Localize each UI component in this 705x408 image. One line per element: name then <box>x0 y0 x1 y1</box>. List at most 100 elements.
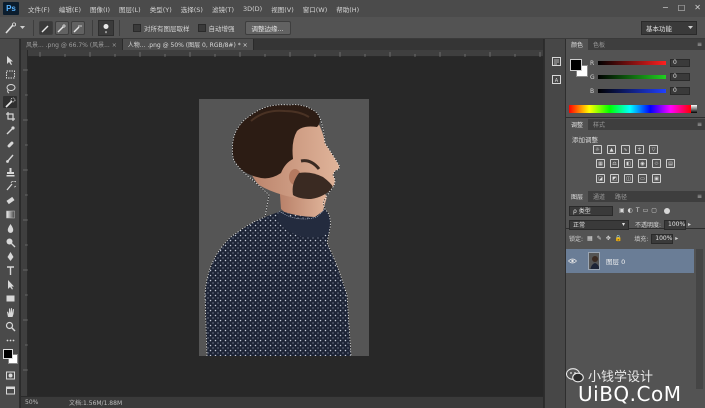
invert-icon[interactable]: ◪ <box>596 174 605 183</box>
tab-portrait-document[interactable]: 人物... .png @ 50% (图层 0, RGB/8#) * × <box>122 39 254 50</box>
tab-adjustments[interactable]: 调整 <box>566 119 589 130</box>
posterize-icon[interactable]: ◩ <box>610 174 619 183</box>
tab-swatches[interactable]: 色板 <box>588 39 610 50</box>
green-channel-value[interactable]: 0 <box>670 73 690 81</box>
hand-tool[interactable] <box>3 306 17 318</box>
marquee-tool[interactable] <box>3 68 17 80</box>
levels-icon[interactable]: ▲ <box>607 145 616 154</box>
chevron-right-icon[interactable]: ▸ <box>688 221 691 228</box>
layer-name[interactable]: 图层 0 <box>606 256 625 266</box>
quick-selection-tool[interactable] <box>3 96 17 108</box>
tool-preset-picker[interactable] <box>4 20 28 36</box>
auto-enhance-checkbox[interactable] <box>197 23 206 32</box>
subtract-from-selection-button[interactable] <box>71 20 85 35</box>
hue-saturation-icon[interactable]: ▦ <box>596 159 605 168</box>
black-white-icon[interactable]: ◧ <box>624 159 633 168</box>
blue-channel-slider[interactable] <box>598 89 666 93</box>
lasso-tool[interactable] <box>3 82 17 94</box>
clone-stamp-tool[interactable] <box>3 166 17 178</box>
history-brush-tool[interactable] <box>3 180 17 192</box>
threshold-icon[interactable]: ◫ <box>624 174 633 183</box>
blend-mode-select[interactable]: 正常 ▾ <box>569 219 629 230</box>
tab-styles[interactable]: 样式 <box>588 119 610 130</box>
filter-toggle-icon[interactable] <box>663 207 670 214</box>
brush-size-picker[interactable]: ▾ <box>98 19 114 36</box>
opacity-input[interactable]: 100% <box>664 219 687 230</box>
blur-tool[interactable] <box>3 222 17 234</box>
menu-edit[interactable]: 编辑(E) <box>59 4 81 14</box>
brush-tool[interactable] <box>3 152 17 164</box>
dodge-tool[interactable] <box>3 236 17 248</box>
document-canvas[interactable] <box>199 99 369 356</box>
foreground-color[interactable] <box>570 59 582 71</box>
red-channel-value[interactable]: 0 <box>670 59 690 67</box>
sample-all-layers-option[interactable]: 对所有图层取样 <box>133 23 190 33</box>
black-white-ramp[interactable] <box>691 105 697 113</box>
panel-menu-icon[interactable]: ≡ <box>697 193 702 200</box>
type-tool[interactable] <box>3 264 17 276</box>
refine-edge-button[interactable]: 调整边缘... <box>244 20 291 35</box>
photo-filter-icon[interactable]: ◉ <box>638 159 647 168</box>
exposure-icon[interactable]: ± <box>635 145 644 154</box>
panel-menu-icon[interactable]: ≡ <box>697 121 702 128</box>
panel-menu-icon[interactable]: ≡ <box>697 41 702 48</box>
menu-filter[interactable]: 滤镜(T) <box>212 4 234 14</box>
tab-layers[interactable]: 图层 <box>566 191 589 202</box>
properties-panel-button[interactable]: A <box>549 73 563 85</box>
menu-help[interactable]: 帮助(H) <box>336 4 359 14</box>
color-panel-swatches[interactable] <box>570 59 588 77</box>
tab-paths[interactable]: 路径 <box>610 191 632 202</box>
eraser-tool[interactable] <box>3 194 17 206</box>
vertical-ruler[interactable] <box>21 50 28 396</box>
horizontal-ruler[interactable] <box>28 50 543 57</box>
gradient-tool[interactable] <box>3 208 17 220</box>
tab-channels[interactable]: 通道 <box>588 191 610 202</box>
layers-scrollbar[interactable] <box>696 249 703 389</box>
channel-mixer-icon[interactable]: ♲ <box>652 159 661 168</box>
sample-all-layers-checkbox[interactable] <box>133 23 141 32</box>
screen-mode-button[interactable] <box>3 384 17 396</box>
color-spectrum-ramp[interactable] <box>569 105 691 113</box>
layer-row[interactable]: 图层 0 <box>566 249 694 273</box>
path-selection-tool[interactable] <box>3 278 17 290</box>
add-to-selection-button[interactable] <box>55 20 69 35</box>
curves-icon[interactable]: ∿ <box>621 145 630 154</box>
menu-file[interactable]: 文件(F) <box>28 4 50 14</box>
history-panel-button[interactable] <box>549 55 563 67</box>
brightness-icon[interactable]: ☼ <box>593 145 602 154</box>
rectangle-tool[interactable] <box>3 292 17 304</box>
quick-mask-button[interactable] <box>3 369 17 381</box>
blue-channel-value[interactable]: 0 <box>670 87 690 95</box>
workspace-select[interactable]: 基本功能 <box>641 21 697 35</box>
eyedropper-tool[interactable] <box>3 124 17 136</box>
zoom-level[interactable]: 50% <box>21 399 55 406</box>
menu-type[interactable]: 类型(Y) <box>150 4 172 14</box>
foreground-background-swatches[interactable] <box>3 349 18 364</box>
fill-input[interactable]: 100% <box>651 233 674 244</box>
menu-view[interactable]: 视图(V) <box>271 4 294 14</box>
close-button[interactable]: ✕ <box>694 3 701 12</box>
tab-color[interactable]: 颜色 <box>566 39 589 50</box>
move-tool[interactable] <box>3 54 17 66</box>
more-tools[interactable] <box>3 334 17 346</box>
zoom-tool[interactable] <box>3 320 17 332</box>
selective-color-icon[interactable]: ▣ <box>652 174 661 183</box>
layer-filter-kind-select[interactable]: ρ 类型 <box>569 205 613 216</box>
menu-3d[interactable]: 3D(D) <box>243 5 262 13</box>
foreground-color-swatch[interactable] <box>3 349 13 359</box>
menu-window[interactable]: 窗口(W) <box>303 4 328 14</box>
crop-tool[interactable] <box>3 110 17 122</box>
color-lookup-icon[interactable]: ▤ <box>666 159 675 168</box>
chevron-right-icon[interactable]: ▸ <box>675 235 678 242</box>
red-channel-slider[interactable] <box>598 61 666 65</box>
healing-brush-tool[interactable] <box>3 138 17 150</box>
layer-filter-icons[interactable]: ▣◐T▭▢ <box>619 207 660 214</box>
visibility-eye-icon[interactable] <box>566 258 578 264</box>
vibrance-icon[interactable]: ▽ <box>649 145 658 154</box>
gradient-map-icon[interactable]: ▭ <box>638 174 647 183</box>
menu-select[interactable]: 选择(S) <box>181 4 203 14</box>
auto-enhance-option[interactable]: 自动增强 <box>197 23 235 33</box>
menu-layer[interactable]: 图层(L) <box>119 4 141 14</box>
tab-landscape-document[interactable]: 风景... .png @ 66.7% (风景... × <box>21 39 123 50</box>
menu-image[interactable]: 图像(I) <box>90 4 110 14</box>
